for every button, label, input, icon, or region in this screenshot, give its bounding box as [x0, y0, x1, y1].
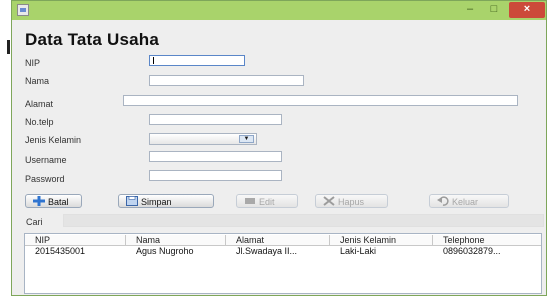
keluar-button-label: Keluar — [452, 197, 479, 207]
delete-icon — [322, 196, 336, 206]
alamat-field[interactable] — [123, 95, 518, 106]
page-title: Data Tata Usaha — [25, 30, 160, 49]
notelp-label: No.telp — [25, 117, 54, 127]
minimize-button[interactable]: – — [458, 2, 482, 18]
table-header-alamat[interactable]: Alamat — [226, 235, 330, 245]
chevron-down-icon[interactable]: ▼ — [239, 135, 254, 143]
table-header-jenis-kelamin[interactable]: Jenis Kelamin — [330, 235, 433, 245]
nip-field[interactable] — [149, 55, 245, 66]
table-cell-nama: Agus Nugroho — [136, 246, 194, 256]
text-caret — [153, 57, 154, 64]
keluar-button[interactable]: Keluar — [429, 194, 509, 208]
batal-button[interactable]: Batal — [25, 194, 82, 208]
edit-button-label: Edit — [259, 197, 275, 207]
nama-field[interactable] — [149, 75, 304, 86]
form-panel: Data Tata Usaha NIP Nama Alamat No.telp … — [12, 20, 546, 295]
simpan-button[interactable]: Simpan — [118, 194, 214, 208]
table-header-telephone[interactable]: Telephone — [433, 235, 541, 245]
search-input[interactable] — [63, 214, 544, 227]
background-mark — [7, 40, 10, 54]
app-window: – □ × Data Tata Usaha NIP Nama Alamat No… — [11, 0, 547, 296]
app-window-icon — [17, 4, 29, 16]
jenis-kelamin-select[interactable]: ▼ — [149, 133, 257, 145]
search-label: Cari — [26, 217, 43, 227]
table-cell-telephone: 0896032879... — [443, 246, 501, 256]
username-label: Username — [25, 155, 67, 165]
undo-icon — [436, 196, 450, 206]
table-cell-nip: 2015435001 — [35, 246, 86, 256]
alamat-label: Alamat — [25, 99, 54, 109]
nip-label: NIP — [25, 58, 41, 68]
table-cell-alamat: Jl.Swadaya II... — [236, 246, 298, 256]
edit-icon — [243, 196, 257, 206]
nama-label: Nama — [25, 76, 50, 86]
password-label: Password — [25, 174, 65, 184]
batal-button-label: Batal — [48, 197, 69, 207]
hapus-button-label: Hapus — [338, 197, 365, 207]
data-table[interactable]: NIP Nama Alamat Jenis Kelamin Telephone … — [24, 233, 542, 294]
hapus-button[interactable]: Hapus — [315, 194, 388, 208]
plus-icon — [32, 196, 46, 206]
title-bar: – □ × — [12, 1, 546, 20]
table-cell-jenis-kelamin: Laki-Laki — [340, 246, 377, 256]
table-row[interactable]: 2015435001 Agus Nugroho Jl.Swadaya II...… — [25, 246, 541, 256]
jenis-kelamin-label: Jenis Kelamin — [25, 135, 82, 145]
notelp-field[interactable] — [149, 114, 282, 125]
simpan-button-label: Simpan — [141, 197, 172, 207]
table-header-nama[interactable]: Nama — [126, 235, 226, 245]
username-field[interactable] — [149, 151, 282, 162]
table-header-nip[interactable]: NIP — [25, 235, 126, 245]
save-icon — [125, 196, 139, 206]
edit-button[interactable]: Edit — [236, 194, 298, 208]
password-field[interactable] — [149, 170, 282, 181]
close-button[interactable]: × — [509, 2, 545, 18]
maximize-button[interactable]: □ — [482, 2, 506, 18]
